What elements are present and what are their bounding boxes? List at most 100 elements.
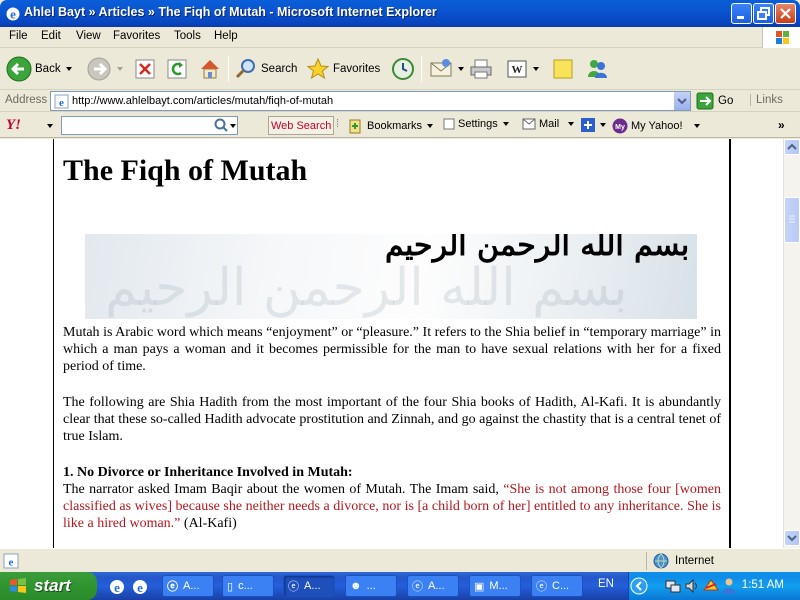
clock[interactable]: 1:51 AM bbox=[742, 579, 784, 591]
scroll-down-icon bbox=[787, 535, 797, 542]
add-button[interactable] bbox=[581, 118, 606, 132]
scroll-up-icon bbox=[787, 143, 797, 150]
scroll-thumb[interactable] bbox=[784, 197, 800, 243]
back-dropdown-icon[interactable] bbox=[65, 67, 72, 71]
antivirus-icon[interactable] bbox=[702, 578, 720, 594]
refresh-button[interactable] bbox=[166, 52, 188, 86]
mail-button[interactable] bbox=[429, 52, 464, 86]
narration-lead: The narrator asked Imam Baqir about the … bbox=[63, 482, 504, 497]
back-button[interactable]: Back bbox=[6, 52, 72, 86]
task-button-c[interactable]: ⓔ C... bbox=[531, 575, 583, 597]
forward-button[interactable] bbox=[86, 52, 123, 86]
address-dropdown-button[interactable] bbox=[673, 92, 690, 110]
restore-button[interactable] bbox=[753, 3, 774, 24]
forward-arrow-icon bbox=[87, 57, 111, 81]
favorites-button[interactable]: Favorites bbox=[306, 52, 380, 86]
menu-edit[interactable]: Edit bbox=[41, 30, 61, 42]
menu-favorites[interactable]: Favorites bbox=[113, 30, 160, 42]
quicklaunch-ie-alt-icon[interactable]: e bbox=[131, 578, 149, 596]
mail-dropdown-icon[interactable] bbox=[458, 67, 464, 71]
settings-dropdown-icon[interactable] bbox=[502, 122, 509, 126]
menu-tools[interactable]: Tools bbox=[174, 30, 201, 42]
messenger-icon: ☻ bbox=[350, 580, 362, 592]
search-button[interactable]: Search bbox=[234, 52, 297, 86]
printer-icon bbox=[470, 59, 492, 79]
standard-toolbar: Back Search Favorites W bbox=[0, 48, 800, 90]
edit-dropdown-icon[interactable] bbox=[533, 67, 539, 71]
discuss-button[interactable] bbox=[551, 52, 575, 86]
tray-expand-chevron-icon[interactable] bbox=[629, 576, 649, 596]
toolbar-overflow-chevron-icon[interactable]: » bbox=[778, 118, 785, 132]
taskbar: start e e ⓔ A... ▯ c... ⓔ A... ☻ ... ⓔ A… bbox=[0, 572, 800, 600]
windows-flag-logo bbox=[762, 27, 800, 48]
task-button-doc[interactable]: ▯ c... bbox=[222, 575, 274, 597]
page-viewport: The Fiqh of Mutah بسم الله الرحمن الرحيم… bbox=[0, 139, 783, 548]
network-icon[interactable] bbox=[665, 578, 681, 594]
page-ie-icon: e bbox=[54, 94, 69, 109]
my-yahoo-button[interactable]: My My Yahoo! bbox=[612, 118, 700, 134]
add-dropdown-icon[interactable] bbox=[600, 123, 606, 127]
menu-file[interactable]: File bbox=[9, 30, 28, 42]
print-button[interactable] bbox=[469, 52, 493, 86]
svg-text:W: W bbox=[512, 64, 523, 76]
task-button-ie-1[interactable]: ⓔ A... bbox=[162, 575, 214, 597]
favorites-label: Favorites bbox=[333, 63, 381, 75]
history-button[interactable] bbox=[391, 52, 415, 86]
yahoo-search-input[interactable] bbox=[61, 116, 238, 135]
task-button-m[interactable]: ▣ M... bbox=[469, 575, 521, 597]
user-tray-icon[interactable] bbox=[721, 577, 737, 595]
task-button-messenger[interactable]: ☻ ... bbox=[345, 575, 397, 597]
search-icon[interactable] bbox=[213, 118, 229, 133]
messenger-button[interactable] bbox=[585, 52, 609, 86]
edit-button[interactable]: W bbox=[506, 52, 539, 86]
section-heading-text: 1. No Divorce or Inheritance Involved in… bbox=[63, 465, 353, 480]
quicklaunch-ie-icon[interactable]: e bbox=[108, 578, 126, 596]
links-label[interactable]: Links bbox=[750, 94, 783, 106]
bookmark-plus-icon bbox=[349, 119, 361, 134]
language-indicator[interactable]: EN bbox=[598, 578, 614, 590]
document-icon: ▯ bbox=[227, 580, 234, 593]
go-button[interactable]: Go bbox=[696, 91, 733, 111]
scroll-up-button[interactable] bbox=[784, 139, 800, 155]
svg-text:My: My bbox=[615, 124, 625, 131]
search-dropdown-icon[interactable] bbox=[230, 124, 236, 128]
scroll-down-button[interactable] bbox=[784, 530, 800, 546]
go-arrow-icon bbox=[696, 92, 714, 110]
bookmarks-dropdown-icon[interactable] bbox=[427, 124, 434, 128]
start-button[interactable]: start bbox=[0, 572, 97, 600]
settings-checkbox-icon bbox=[443, 118, 455, 130]
menu-view[interactable]: View bbox=[76, 30, 101, 42]
settings-label: Settings bbox=[458, 118, 498, 130]
svg-text:e: e bbox=[137, 580, 143, 595]
task-button-ie-active[interactable]: ⓔ A... bbox=[283, 575, 335, 597]
paragraph-narration: The narrator asked Imam Baqir about the … bbox=[63, 481, 721, 532]
messenger-people-icon bbox=[588, 60, 607, 78]
task-button-ie-2[interactable]: ⓔ A... bbox=[407, 575, 459, 597]
web-search-button[interactable]: Web Search bbox=[268, 116, 335, 135]
settings-button[interactable]: Settings bbox=[443, 118, 509, 130]
task-label: ... bbox=[366, 580, 376, 592]
vertical-scrollbar[interactable] bbox=[783, 139, 800, 548]
word-edit-icon: W bbox=[507, 60, 527, 78]
stop-button[interactable] bbox=[134, 52, 156, 86]
yahoo-logo-dropdown-icon[interactable] bbox=[47, 124, 53, 128]
mail-label: Mail bbox=[539, 118, 560, 130]
address-input[interactable]: e http://www.ahlelbayt.com/articles/muta… bbox=[50, 91, 691, 111]
home-icon bbox=[201, 60, 219, 79]
my-yahoo-dropdown-icon[interactable] bbox=[693, 124, 700, 128]
ie-logo-icon: e bbox=[6, 7, 20, 22]
mail-dropdown-icon[interactable] bbox=[568, 122, 575, 126]
home-button[interactable] bbox=[198, 52, 222, 86]
close-button[interactable] bbox=[775, 3, 796, 24]
menu-help[interactable]: Help bbox=[214, 30, 238, 42]
title-bar[interactable]: e Ahlel Bayt » Articles » The Fiqh of Mu… bbox=[0, 0, 800, 27]
forward-dropdown-icon[interactable] bbox=[117, 67, 123, 71]
yahoo-toolbar: Y! Web Search ⁞ Bookmarks Settings Mail bbox=[0, 113, 800, 138]
close-icon bbox=[780, 8, 791, 19]
minimize-button[interactable] bbox=[731, 3, 752, 24]
bookmarks-button[interactable]: Bookmarks bbox=[347, 118, 434, 134]
volume-icon[interactable] bbox=[684, 578, 700, 594]
yahoo-logo[interactable]: Y! bbox=[6, 117, 21, 134]
mail-yahoo-button[interactable]: Mail bbox=[522, 118, 575, 130]
search-label: Search bbox=[261, 63, 298, 75]
